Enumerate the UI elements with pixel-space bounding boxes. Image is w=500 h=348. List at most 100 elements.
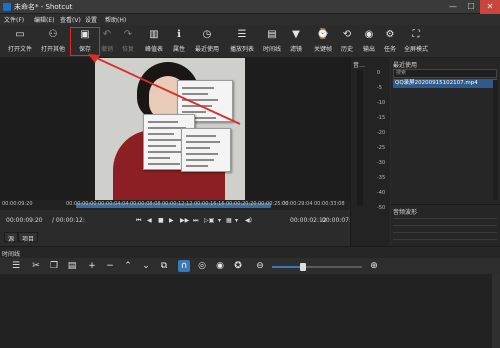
playlist-button[interactable]: ☰ 播放列表 xyxy=(228,27,256,55)
meter-scale-label: -50 xyxy=(377,205,386,211)
grid-dropdown-icon[interactable]: ▾ xyxy=(235,217,238,224)
waveform-row xyxy=(393,239,497,240)
peak-meter-button[interactable]: ▥ 峰值表 xyxy=(143,27,165,55)
position-timecode[interactable]: 00:00:09:20 xyxy=(6,217,43,224)
volume-button[interactable]: ◀) xyxy=(245,217,252,224)
overwrite-icon[interactable]: ⌄ xyxy=(140,260,152,272)
zoom-dropdown-icon[interactable]: ▾ xyxy=(218,217,221,224)
fullscreen-label: 全屏模式 xyxy=(403,46,428,53)
folder-icon: ▭ xyxy=(15,29,25,40)
stop-button[interactable]: ■ xyxy=(158,217,164,224)
meter-scale-label: -10 xyxy=(377,100,386,106)
redo-button[interactable]: ↷ 恢复 xyxy=(119,27,137,55)
snap-icon[interactable]: ∩ xyxy=(178,260,190,272)
remove-icon[interactable]: − xyxy=(104,260,116,272)
redo-label: 恢复 xyxy=(121,46,134,53)
menu-view[interactable]: 查看(V) xyxy=(60,15,81,24)
append-icon[interactable]: + xyxy=(86,260,98,272)
open-other-button[interactable]: ⚇ 打开其他 xyxy=(38,27,68,55)
rewind-button[interactable]: ◀ xyxy=(147,217,152,224)
filters-button[interactable]: ▼ 滤镜 xyxy=(288,27,304,55)
redo-icon: ↷ xyxy=(123,29,133,40)
menu-bar: 文件(F) 编辑(E) 查看(V) 设置 帮助(H) xyxy=(0,14,500,25)
skip-end-button[interactable]: ⏭ xyxy=(193,217,198,225)
jobs-button[interactable]: ⚙ 任务 xyxy=(382,27,398,55)
waveform-row xyxy=(393,218,497,219)
ruler-tick: 00:00:29:04 xyxy=(282,201,313,207)
jobs-label: 任务 xyxy=(383,46,396,53)
split-icon[interactable]: ⧉ xyxy=(158,260,170,272)
audio-waveform-panel: 音频波形 xyxy=(391,204,500,246)
tab-source[interactable]: 源 xyxy=(4,232,19,243)
clock-icon: ◷ xyxy=(202,29,212,40)
history-icon: ⟲ xyxy=(342,29,352,40)
player-panel: 00:00:09:20 00:00:00:00 00:00:04:04 00:0… xyxy=(0,58,355,246)
meter-scale-label: -5 xyxy=(377,85,382,91)
timeline-tracks-area[interactable] xyxy=(0,274,500,348)
fast-forward-button[interactable]: ▶▶ xyxy=(180,217,189,224)
open-other-icon: ⚇ xyxy=(48,29,58,40)
keyframes-label: 关键帧 xyxy=(313,46,332,53)
timeline-icon: ▤ xyxy=(267,29,277,40)
meter-scale-label: -25 xyxy=(377,145,386,151)
audio-meter-panel: 音… 0 -5 -10 -15 -20 -25 -30 -35 -40 -50 xyxy=(350,58,390,246)
timeline-label: 时间线 xyxy=(262,46,281,53)
lift-icon[interactable]: ⌃ xyxy=(122,260,134,272)
meter-title: 音… xyxy=(353,62,366,69)
menu-edit[interactable]: 编辑(E) xyxy=(34,15,54,24)
history-button[interactable]: ⟲ 历史 xyxy=(339,27,355,55)
recent-button[interactable]: ◷ 最近使用 xyxy=(193,27,221,55)
zoom-slider-fill xyxy=(272,266,302,268)
menu-icon[interactable]: ☰ xyxy=(10,260,22,272)
history-label: 历史 xyxy=(340,46,353,53)
scrub-icon[interactable]: ◎ xyxy=(196,260,208,272)
export-button[interactable]: ◉ 输出 xyxy=(361,27,377,55)
recent-search-input[interactable]: 搜索 xyxy=(393,69,497,78)
timeline-button[interactable]: ▤ 时间线 xyxy=(261,27,283,55)
properties-button[interactable]: ℹ 属性 xyxy=(171,27,187,55)
zoom-slider-handle[interactable] xyxy=(300,263,306,271)
recent-scrollbar[interactable] xyxy=(493,80,497,200)
undo-button[interactable]: ↶ 撤销 xyxy=(98,27,116,55)
embedded-menu-image-2 xyxy=(181,128,231,172)
tab-project[interactable]: 项目 xyxy=(18,232,39,243)
ruler-tick: 00:00:08:08 xyxy=(130,201,161,207)
zoom-preview-button[interactable]: ▷▣ xyxy=(204,217,214,224)
copy-icon[interactable]: ❐ xyxy=(48,260,60,272)
play-button[interactable]: ▶ xyxy=(169,217,174,224)
recent-label: 最近使用 xyxy=(194,46,219,53)
menu-help[interactable]: 帮助(H) xyxy=(105,15,126,24)
skip-start-button[interactable]: ⏮ xyxy=(136,217,141,225)
fullscreen-button[interactable]: ⛶ 全屏模式 xyxy=(402,27,430,55)
waveform-row xyxy=(393,225,497,226)
peak-meter-label: 峰值表 xyxy=(144,46,163,53)
shotcut-logo-icon xyxy=(3,3,11,11)
keyframe-icon: ⌚ xyxy=(316,29,330,40)
open-file-button[interactable]: ▭ 打开文件 xyxy=(6,27,34,55)
timeline-toolbar: ☰ ✂ ❐ ▤ + − ⌃ ⌄ ⧉ ∩ ◎ ◉ ✪ ⊖ ⊕ xyxy=(0,258,500,274)
ruler-tick: 00:00:00:00 xyxy=(66,201,97,207)
recent-panel-title: 最近使用 xyxy=(393,62,418,69)
meter-scale-label: -15 xyxy=(377,115,386,121)
playlist-label: 播放列表 xyxy=(229,46,254,53)
grid-button[interactable]: ▦ xyxy=(226,217,232,224)
maximize-button[interactable]: ☐ xyxy=(462,0,480,14)
minimize-button[interactable]: — xyxy=(444,0,462,14)
cut-icon[interactable]: ✂ xyxy=(30,260,42,272)
paste-icon[interactable]: ▤ xyxy=(66,260,78,272)
ruler-tick: 00:00:09:20 xyxy=(2,201,33,207)
zoom-out-icon[interactable]: ⊖ xyxy=(254,260,266,272)
ruler-tick: 00:00:12:12 xyxy=(162,201,193,207)
save-highlight-box xyxy=(70,27,100,56)
zoom-in-icon[interactable]: ⊕ xyxy=(368,260,380,272)
timeline-scrollbar[interactable] xyxy=(492,274,500,348)
close-button[interactable]: ✕ xyxy=(480,0,500,14)
recent-list-item[interactable]: QQ录屏20200915102107.mp4 xyxy=(393,79,497,88)
video-preview[interactable] xyxy=(95,58,245,200)
menu-settings[interactable]: 设置 xyxy=(85,15,97,24)
ripple-icon[interactable]: ◉ xyxy=(214,260,226,272)
player-ruler[interactable]: 00:00:09:20 00:00:00:00 00:00:04:04 00:0… xyxy=(0,200,350,210)
keyframes-button[interactable]: ⌚ 关键帧 xyxy=(312,27,334,55)
menu-file[interactable]: 文件(F) xyxy=(4,15,24,24)
ripple-all-icon[interactable]: ✪ xyxy=(232,260,244,272)
